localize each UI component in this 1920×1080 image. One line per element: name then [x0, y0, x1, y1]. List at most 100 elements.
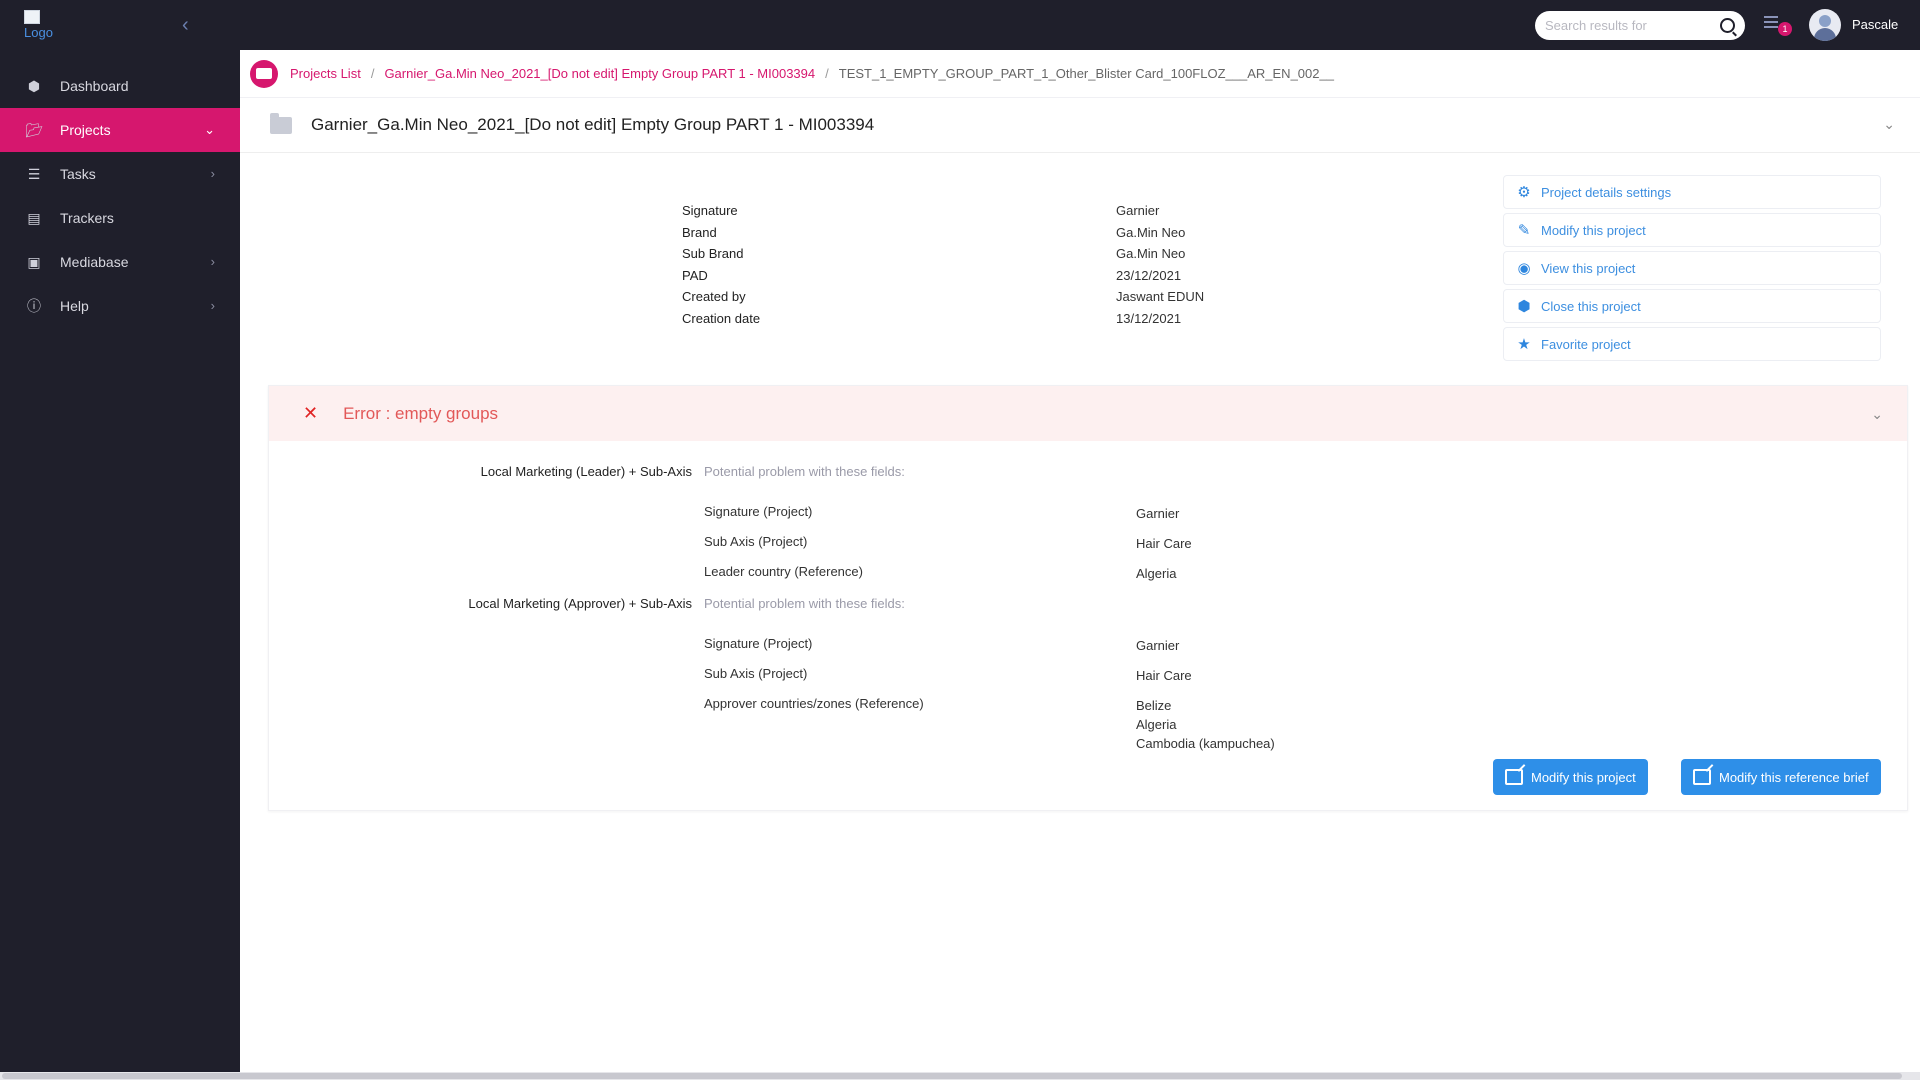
field-value: Algeria — [1136, 717, 1177, 732]
sidebar-item-label: Tasks — [60, 166, 96, 182]
close-icon: ✕ — [303, 403, 319, 423]
sidebar-item-label: Mediabase — [60, 254, 129, 270]
modify-reference-brief-button[interactable]: Modify this reference brief — [1681, 759, 1881, 795]
detail-row: Creation date 13/12/2021 — [682, 311, 1204, 333]
breadcrumb-separator: / — [825, 66, 829, 81]
action-label: Project details settings — [1541, 184, 1672, 200]
breadcrumb: Projects List / Garnier_Ga.Min Neo_2021_… — [240, 50, 1920, 98]
modify-project-button[interactable]: Modify this project — [1493, 759, 1648, 795]
main-content: Projects List / Garnier_Ga.Min Neo_2021_… — [240, 50, 1920, 1080]
field-name: Sub Axis (Project) — [704, 666, 808, 681]
list-icon: ☰ — [27, 165, 41, 182]
project-header[interactable]: Garnier_Ga.Min Neo_2021_[Do not edit] Em… — [240, 98, 1920, 153]
cube-icon: ⬢ — [27, 77, 41, 94]
eye-icon: ◉ — [1517, 260, 1531, 277]
modify-project-action[interactable]: ✎ Modify this project — [1503, 213, 1881, 247]
box-icon: ⬢ — [1517, 298, 1531, 315]
detail-row: PAD 23/12/2021 — [682, 268, 1204, 290]
gear-icon: ⚙ — [1517, 184, 1531, 201]
detail-label: Created by — [682, 289, 746, 305]
chevron-down-icon[interactable]: ⌄ — [1871, 406, 1883, 423]
close-project-action[interactable]: ⬢ Close this project — [1503, 289, 1881, 323]
field-value: Hair Care — [1136, 668, 1192, 683]
chevron-down-icon: ⌄ — [204, 122, 215, 137]
breadcrumb-separator: / — [370, 66, 375, 81]
field-name: Approver countries/zones (Reference) — [704, 696, 924, 711]
project-details: Signature Garnier Brand Ga.Min Neo Sub B… — [682, 203, 1204, 333]
project-details-settings-button[interactable]: ⚙ Project details settings — [1503, 175, 1881, 209]
field-name: Signature (Project) — [704, 636, 813, 651]
scrollbar-thumb[interactable] — [2, 1073, 1902, 1079]
field-name: Leader country (Reference) — [704, 564, 863, 579]
edit-icon — [1693, 769, 1711, 785]
chevron-right-icon: › — [210, 166, 215, 181]
search-icon[interactable] — [1720, 18, 1735, 33]
clipboard-icon: ▤ — [27, 209, 41, 226]
field-value: Algeria — [1136, 566, 1177, 581]
sidebar: ⬢ Dashboard 📂︎ Projects ⌄ ☰ Tasks › ▤ Tr… — [0, 50, 240, 1080]
chevron-right-icon: › — [210, 298, 215, 313]
logo-alt-text: Logo — [24, 25, 53, 40]
folder-open-icon: 📂︎ — [25, 121, 43, 138]
button-label: Modify this reference brief — [1719, 769, 1869, 785]
sidebar-item-tasks[interactable]: ☰ Tasks › — [0, 152, 240, 196]
detail-label: Creation date — [682, 310, 761, 326]
avatar[interactable] — [1809, 9, 1841, 41]
sidebar-item-trackers[interactable]: ▤ Trackers — [0, 196, 240, 240]
field-value: Garnier — [1136, 638, 1180, 653]
chevron-down-icon[interactable]: ⌄ — [1883, 116, 1895, 133]
field-name: Signature (Project) — [704, 504, 813, 519]
horizontal-scrollbar[interactable] — [0, 1072, 1920, 1080]
detail-row: Sub Brand Ga.Min Neo — [682, 246, 1204, 268]
error-header[interactable]: ✕ Error : empty groups ⌄ — [269, 386, 1907, 441]
folder-icon[interactable] — [250, 59, 278, 88]
group-hint: Potential problem with these fields: — [704, 464, 905, 479]
edit-icon: ✎ — [1517, 222, 1531, 239]
favorite-project-action[interactable]: ★ Favorite project — [1503, 327, 1881, 361]
sidebar-item-label: Help — [60, 298, 89, 314]
view-project-action[interactable]: ◉ View this project — [1503, 251, 1881, 285]
star-icon: ★ — [1517, 336, 1531, 353]
field-value: Cambodia (kampuchea) — [1136, 736, 1275, 751]
breadcrumb-projects-list[interactable]: Projects List — [290, 66, 361, 81]
breadcrumb-project[interactable]: Garnier_Ga.Min Neo_2021_[Do not edit] Em… — [384, 66, 815, 81]
breadcrumb-current: TEST_1_EMPTY_GROUP_PART_1_Other_Blister … — [838, 66, 1334, 81]
sidebar-item-label: Projects — [60, 122, 111, 138]
field-value: Garnier — [1136, 506, 1180, 521]
sidebar-item-help[interactable]: ⓘ Help › — [0, 284, 240, 328]
action-label: Favorite project — [1541, 336, 1631, 352]
group-label: Local Marketing (Approver) + Sub-Axis — [468, 596, 692, 611]
folder-icon — [270, 112, 292, 134]
edit-icon — [1505, 769, 1523, 785]
collapse-sidebar-icon[interactable]: ‹ — [182, 15, 202, 35]
notifications-button[interactable]: 1 — [1760, 16, 1792, 38]
detail-value: 23/12/2021 — [1116, 267, 1182, 283]
error-panel: ✕ Error : empty groups ⌄ Local Marketing… — [268, 385, 1908, 811]
group-label: Local Marketing (Leader) + Sub-Axis — [480, 464, 692, 479]
error-title: Error : empty groups — [343, 403, 499, 423]
detail-row: Created by Jaswant EDUN — [682, 289, 1204, 311]
top-bar: Logo ‹ 1 Pascale — [0, 0, 1920, 50]
user-name[interactable]: Pascale — [1852, 17, 1898, 32]
sidebar-item-label: Dashboard — [60, 78, 129, 94]
info-icon: ⓘ — [27, 298, 41, 314]
detail-value: Ga.Min Neo — [1116, 224, 1186, 240]
search-box[interactable] — [1535, 11, 1745, 40]
detail-value: Garnier — [1116, 203, 1160, 218]
sidebar-item-dashboard[interactable]: ⬢ Dashboard — [0, 64, 240, 108]
detail-label: PAD — [682, 267, 708, 283]
button-label: Modify this project — [1531, 769, 1636, 785]
project-actions: ⚙ Project details settings ✎ Modify this… — [1503, 175, 1881, 365]
logo[interactable]: Logo — [24, 10, 64, 44]
field-value: Belize — [1136, 698, 1172, 713]
notification-badge: 1 — [1778, 22, 1792, 36]
image-icon: ▣ — [27, 253, 41, 270]
search-input[interactable] — [1545, 18, 1705, 33]
action-label: Close this project — [1541, 298, 1641, 314]
field-value: Hair Care — [1136, 536, 1192, 551]
group-hint: Potential problem with these fields: — [704, 596, 905, 611]
action-label: View this project — [1541, 260, 1636, 276]
sidebar-item-projects[interactable]: 📂︎ Projects ⌄ — [0, 108, 240, 152]
action-label: Modify this project — [1541, 222, 1646, 238]
sidebar-item-mediabase[interactable]: ▣ Mediabase › — [0, 240, 240, 284]
